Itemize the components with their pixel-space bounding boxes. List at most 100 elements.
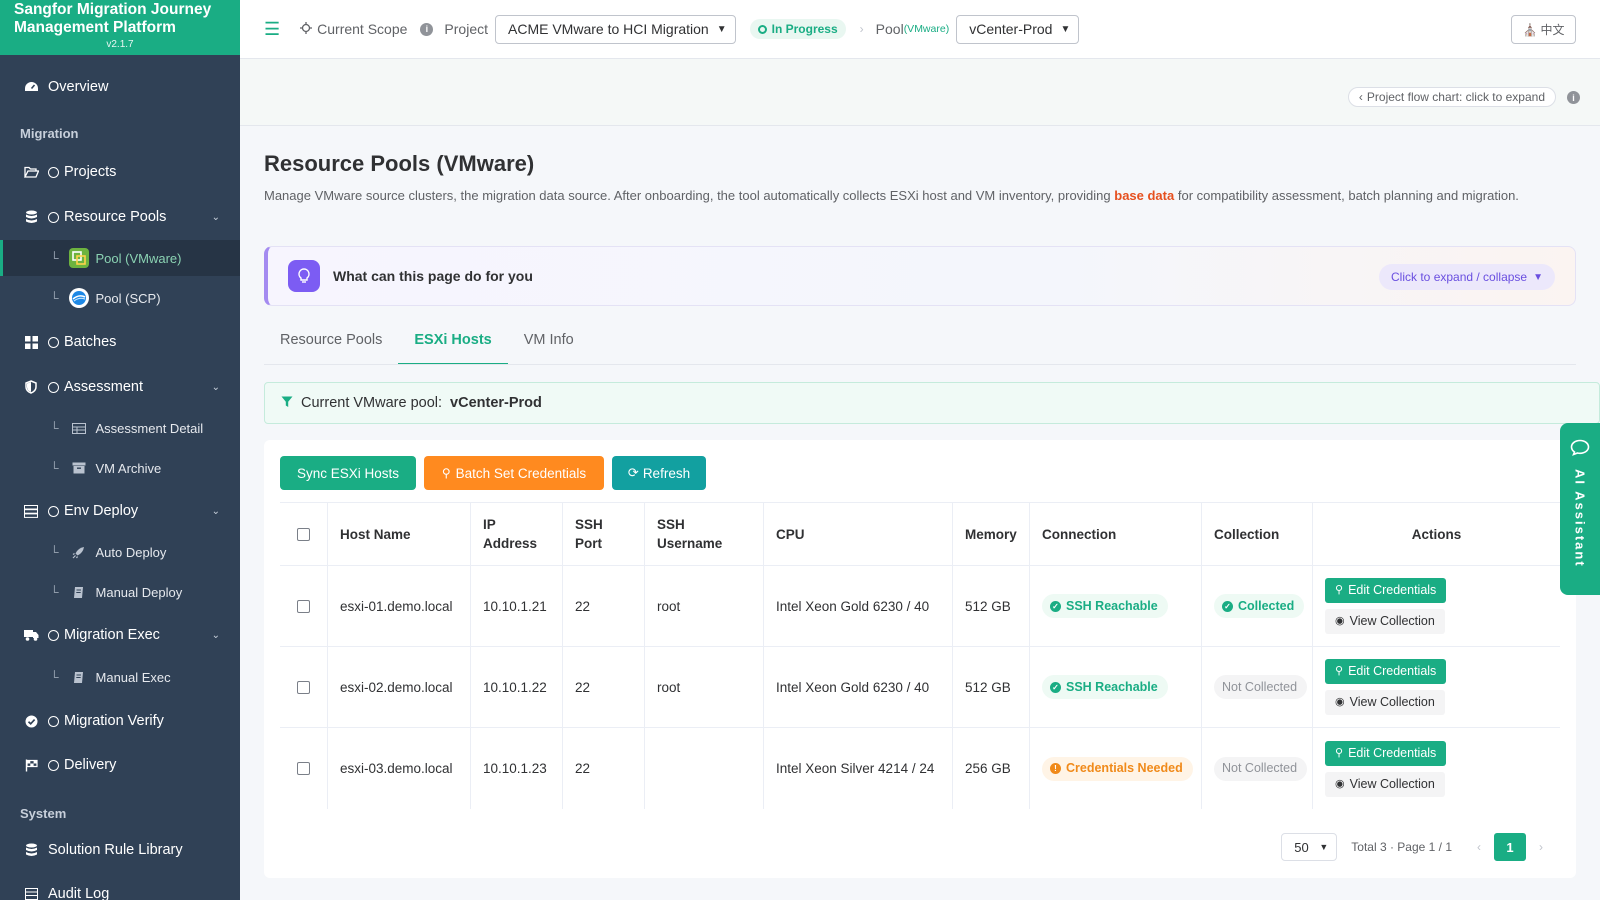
chevron-down-icon: ▼	[1533, 271, 1543, 283]
brand-version: v2.1.7	[106, 39, 134, 50]
sidebar-item-migration-verify[interactable]: Migration Verify	[0, 700, 240, 742]
sidebar-item-manual-deploy[interactable]: └ Manual Deploy	[0, 574, 240, 610]
sidebar-item-label: Manual Exec	[95, 669, 171, 685]
language-toggle-button[interactable]: ⛪ 中文	[1511, 15, 1576, 44]
current-scope-label: Current Scope	[317, 21, 408, 37]
pagination-summary: Total 3 · Page 1 / 1	[1351, 840, 1452, 854]
column-header-cpu[interactable]: CPU	[764, 503, 953, 565]
table-row: esxi-01.demo.local 10.10.1.21 22 root In…	[280, 566, 1560, 647]
sidebar-item-vm-archive[interactable]: └ VM Archive	[0, 450, 240, 486]
host-name-cell: esxi-03.demo.local	[328, 728, 471, 809]
prev-page-button[interactable]: ‹	[1464, 833, 1494, 861]
sidebar-item-resource-pools[interactable]: Resource Pools ⌄	[0, 196, 240, 238]
select-all-checkbox[interactable]	[297, 527, 310, 541]
sidebar-item-label: Assessment	[64, 379, 143, 395]
column-header-ip-address[interactable]: IP Address	[471, 503, 563, 565]
sidebar-item-projects[interactable]: Projects	[0, 151, 240, 193]
connection-status-text: SSH Reachable	[1066, 679, 1158, 694]
chevron-down-icon: ⌄	[211, 381, 220, 393]
tab-resource-pools[interactable]: Resource Pools	[264, 321, 398, 365]
check-circle-icon: ✓	[1050, 681, 1061, 693]
archive-icon	[69, 458, 89, 478]
sidebar-item-env-deploy[interactable]: Env Deploy ⌄	[0, 490, 240, 532]
sidebar-item-audit-log[interactable]: Audit Log	[0, 873, 240, 900]
chevron-left-icon: ‹	[1358, 90, 1363, 104]
hamburger-menu-icon[interactable]: ☰	[264, 19, 280, 40]
cpu-cell: Intel Xeon Gold 6230 / 40	[764, 566, 953, 646]
refresh-button[interactable]: ⟳ Refresh	[612, 456, 706, 490]
page-description: Manage VMware source clusters, the migra…	[264, 185, 1564, 206]
row-select-cell	[280, 728, 328, 809]
check-circle-icon: ✓	[1222, 600, 1233, 612]
breadcrumb-separator-icon: ›	[859, 22, 864, 36]
tab-bar: Resource Pools ESXi Hosts VM Info	[264, 321, 590, 365]
info-icon[interactable]: i	[1567, 91, 1580, 104]
column-header-ssh-port[interactable]: SSH Port	[563, 503, 645, 565]
page-description-text-end: for compatibility assessment, batch plan…	[1174, 188, 1519, 203]
ai-assistant-tab[interactable]: AI Assistant	[1560, 423, 1600, 595]
filter-value: vCenter-Prod	[450, 395, 542, 411]
brand: Sangfor Migration Journey Management Pla…	[0, 0, 240, 55]
current-scope: Current Scope	[300, 21, 407, 37]
sidebar: Sangfor Migration Journey Management Pla…	[0, 0, 240, 900]
tab-divider	[264, 364, 1576, 365]
sidebar-item-migration-exec[interactable]: Migration Exec ⌄	[0, 614, 240, 656]
column-header-connection[interactable]: Connection	[1030, 503, 1202, 565]
sidebar-item-overview[interactable]: Overview	[0, 66, 240, 108]
column-header-memory[interactable]: Memory	[953, 503, 1030, 565]
pool-select[interactable]: vCenter-Prod ▼	[956, 14, 1080, 44]
sidebar-item-label: Projects	[64, 164, 117, 180]
next-page-button[interactable]: ›	[1526, 833, 1556, 861]
sidebar-item-auto-deploy[interactable]: └ Auto Deploy	[0, 534, 240, 570]
sidebar-item-manual-exec[interactable]: └ Manual Exec	[0, 659, 240, 695]
sidebar-item-assessment[interactable]: Assessment ⌄	[0, 366, 240, 408]
flow-chart-expand-link[interactable]: ‹ Project flow chart: click to expand	[1347, 87, 1556, 107]
sidebar-item-label: Migration Verify	[64, 713, 164, 729]
sidebar-item-label: Delivery	[64, 757, 117, 773]
sidebar-item-pool-vmware[interactable]: └ Pool (VMware)	[0, 240, 240, 276]
help-card: What can this page do for you Click to e…	[264, 246, 1576, 306]
tree-branch-icon: └	[50, 251, 59, 265]
sidebar-item-solution-rule-library[interactable]: Solution Rule Library	[0, 829, 240, 871]
row-checkbox[interactable]	[297, 762, 310, 775]
flag-icon	[22, 759, 40, 772]
edit-credentials-button[interactable]: ⚲ Edit Credentials	[1325, 578, 1447, 603]
row-checkbox[interactable]	[297, 599, 310, 613]
view-collection-button[interactable]: ◉ View Collection	[1325, 771, 1445, 797]
edit-credentials-button[interactable]: ⚲ Edit Credentials	[1325, 659, 1447, 684]
view-collection-button[interactable]: ◉ View Collection	[1325, 690, 1445, 715]
filter-label: Current VMware pool:	[301, 395, 443, 411]
page-size-select[interactable]: 50 ▼	[1281, 833, 1338, 861]
column-header-host-name[interactable]: Host Name	[328, 503, 471, 565]
help-expand-toggle[interactable]: Click to expand / collapse ▼	[1379, 264, 1555, 290]
sidebar-item-batches[interactable]: Batches	[0, 321, 240, 363]
sync-esxi-hosts-button[interactable]: Sync ESXi Hosts	[280, 456, 416, 490]
tree-branch-icon: └	[50, 545, 59, 559]
pool-type-label: (VMware)	[903, 23, 950, 35]
page-number-button[interactable]: 1	[1494, 833, 1526, 861]
info-icon[interactable]: i	[420, 22, 434, 36]
column-header-ssh-username[interactable]: SSH Username	[645, 503, 764, 565]
tree-branch-icon: └	[50, 291, 59, 305]
chevron-down-icon: ⌄	[211, 211, 220, 223]
tab-esxi-hosts[interactable]: ESXi Hosts	[398, 321, 508, 365]
tree-branch-icon: └	[50, 585, 59, 599]
collection-status-text: Collected	[1238, 598, 1295, 613]
sidebar-item-pool-scp[interactable]: └ Pool (SCP)	[0, 280, 240, 316]
view-collection-button[interactable]: ◉ View Collection	[1325, 609, 1445, 634]
row-checkbox[interactable]	[297, 680, 310, 694]
sidebar-item-delivery[interactable]: Delivery	[0, 744, 240, 786]
batch-set-credentials-button[interactable]: ⚲ Batch Set Credentials	[424, 456, 604, 490]
cpu-cell: Intel Xeon Silver 4214 / 24	[764, 728, 953, 809]
sidebar-item-assessment-detail[interactable]: └ Assessment Detail	[0, 410, 240, 446]
tree-branch-icon: └	[50, 421, 59, 435]
pagination: 50 ▼ Total 3 · Page 1 / 1 ‹ 1 ›	[1281, 833, 1556, 861]
collection-cell: Not Collected	[1202, 728, 1313, 809]
project-select[interactable]: ACME VMware to HCI Migration ▼	[495, 14, 736, 44]
connection-status-text: SSH Reachable	[1066, 598, 1158, 613]
edit-credentials-button[interactable]: ⚲ Edit Credentials	[1325, 740, 1447, 766]
cpu-cell: Intel Xeon Gold 6230 / 40	[764, 647, 953, 727]
tab-vm-info[interactable]: VM Info	[508, 321, 590, 365]
sidebar-item-label: Resource Pools	[64, 209, 167, 225]
column-header-collection[interactable]: Collection	[1202, 503, 1313, 565]
